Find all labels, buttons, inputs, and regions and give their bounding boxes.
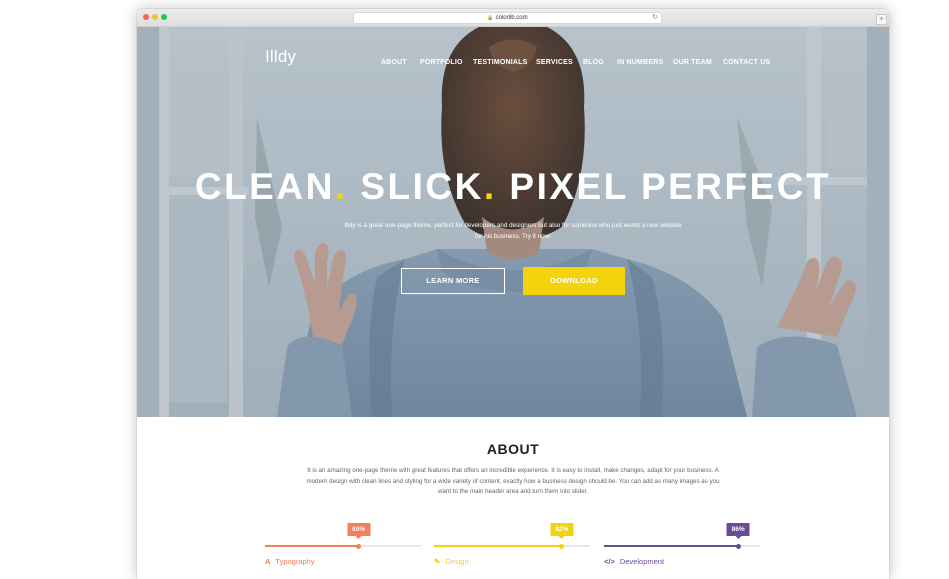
nav-item-services[interactable]: SERVICES: [536, 59, 573, 66]
nav-item-about[interactable]: ABOUT: [381, 59, 407, 66]
nav-item-our-team[interactable]: OUR TEAM: [673, 59, 712, 66]
about-text: It is an amazing one-page theme with gre…: [306, 467, 720, 496]
headline-word-slick: SLICK: [360, 166, 484, 207]
skill-percent-badge: 86%: [726, 523, 750, 539]
download-button[interactable]: DOWNLOAD: [523, 267, 625, 295]
hero-subtext: Illdy is a great one-page theme, perfect…: [344, 222, 682, 240]
headline-dot: .: [334, 166, 348, 207]
nav-item-in-numbers[interactable]: IN NUMBERS: [617, 59, 663, 66]
skill-progress-fill: [434, 545, 562, 547]
browser-window: 🔒 colorlib.com ↻ + Illdy ABOUT PORTFOLIO…: [137, 9, 889, 579]
about-title: ABOUT: [486, 441, 540, 457]
hero-headline: CLEAN. SLICK. PIXEL PERFECT: [137, 166, 889, 208]
skill-progress-knob[interactable]: [356, 543, 362, 549]
skill-label: </> Development: [604, 557, 664, 566]
skill-development: 86% </> Development: [604, 523, 760, 573]
skill-label: A Typography: [265, 557, 315, 566]
address-bar[interactable]: 🔒 colorlib.com ↻: [353, 12, 662, 24]
skill-typography: 60% A Typography: [265, 523, 421, 573]
typography-icon: A: [265, 557, 271, 566]
nav-item-blog[interactable]: BLOG: [583, 59, 604, 66]
reload-icon[interactable]: ↻: [652, 13, 658, 23]
learn-more-button[interactable]: LEARN MORE: [401, 268, 505, 294]
code-icon: </>: [604, 557, 615, 566]
browser-titlebar: 🔒 colorlib.com ↻ +: [137, 9, 889, 27]
skill-label-text: Design: [445, 557, 469, 566]
skill-percent-badge: 60%: [347, 523, 371, 539]
hero-section: Illdy ABOUT PORTFOLIO TESTIMONIALS SERVI…: [137, 27, 889, 417]
skill-progress-knob[interactable]: [559, 543, 565, 549]
nav-item-portfolio[interactable]: PORTFOLIO: [420, 59, 463, 66]
skill-progress-track: [434, 543, 590, 549]
skill-label-text: Development: [619, 557, 665, 566]
site-logo[interactable]: Illdy: [265, 47, 296, 67]
maximize-window-button[interactable]: [161, 14, 167, 20]
headline-word-clean: CLEAN: [194, 166, 335, 207]
headline-dot: .: [483, 166, 497, 207]
skill-progress-fill: [265, 545, 359, 547]
minimize-window-button[interactable]: [152, 14, 158, 20]
lock-icon: 🔒: [487, 15, 494, 21]
new-tab-icon[interactable]: +: [876, 14, 887, 25]
nav-item-contact-us[interactable]: CONTACT US: [723, 59, 770, 66]
skill-label-text: Typography: [275, 557, 315, 566]
skill-progress-fill: [604, 545, 739, 547]
pencil-icon: ✎: [434, 557, 441, 566]
skill-percent-badge: 82%: [550, 523, 574, 539]
skill-progress-track: [604, 543, 760, 549]
headline-word-pixel-perfect: PIXEL PERFECT: [509, 166, 832, 207]
nav-item-testimonials[interactable]: TESTIMONIALS: [473, 59, 528, 66]
skill-design: 82% ✎ Design: [434, 523, 590, 573]
skill-progress-knob[interactable]: [735, 543, 741, 549]
close-window-button[interactable]: [143, 14, 149, 20]
skill-progress-track: [265, 543, 421, 549]
url-text: colorlib.com: [495, 15, 528, 21]
skill-label: ✎ Design: [434, 557, 469, 566]
